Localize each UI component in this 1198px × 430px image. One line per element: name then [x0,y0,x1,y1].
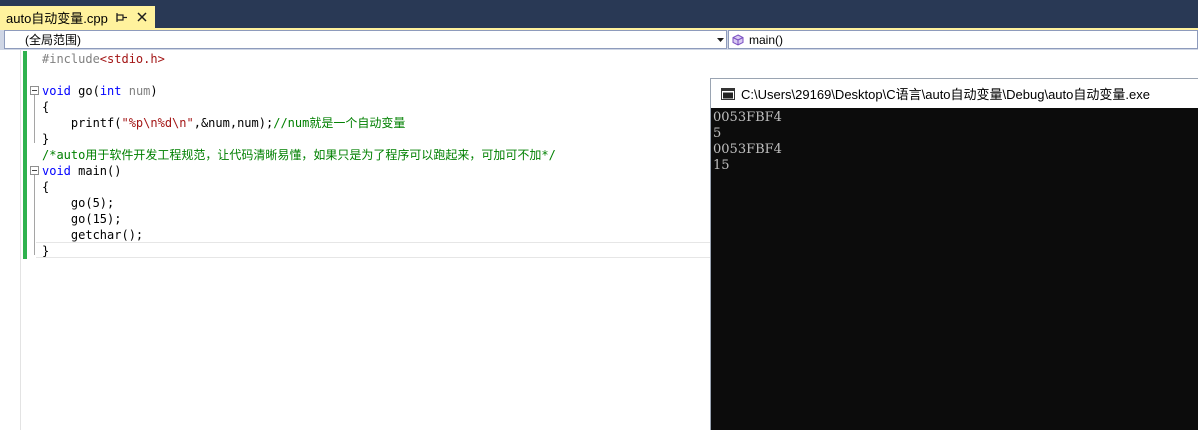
console-window-icon [721,87,735,100]
function-main-name: main() [70,164,122,178]
console-title-bar[interactable]: C:\Users\29169\Desktop\C语言\auto自动变量\Debu… [711,79,1198,108]
code-line-5[interactable]: printf("%p\n%d\n",&num,num);//num就是一个自动变… [42,115,405,131]
paren-close: ) [150,84,158,98]
scope-dropdown[interactable]: (全局范围) [4,30,727,49]
function-go-name: go( [70,84,100,98]
code-line-3[interactable]: void go(int num) [42,83,158,99]
scope-label: (全局范围) [25,33,81,47]
outline-line-main [34,175,35,255]
function-dropdown[interactable]: main() [728,30,1198,49]
line-comment: //num就是一个自动变量 [273,116,406,130]
chevron-down-icon[interactable] [717,36,724,43]
selection-margin[interactable] [0,50,20,430]
code-line-12[interactable]: getchar(); [42,227,143,243]
tab-title: auto自动变量.cpp [6,10,108,26]
printf-call: printf( [42,116,122,130]
keyword-int: int [99,84,122,98]
pin-icon[interactable] [116,10,128,24]
change-tracking-bar [23,51,27,259]
document-tab-strip: auto自动变量.cpp [0,0,1198,28]
code-line-8[interactable]: void main() [42,163,121,179]
console-output-line: 0053FBF4 [713,110,782,125]
console-title: C:\Users\29169\Desktop\C语言\auto自动变量\Debu… [741,87,1150,102]
collapse-go-icon[interactable] [30,86,39,95]
keyword-void: void [42,84,71,98]
tab-auto-cpp[interactable]: auto自动变量.cpp [0,6,155,28]
console-output-line: 15 [713,158,730,173]
function-label: main() [749,32,784,47]
parameter-num: num [121,84,151,98]
console-window[interactable]: C:\Users\29169\Desktop\C语言\auto自动变量\Debu… [710,78,1198,430]
outline-line-go [34,95,35,143]
current-line-highlight [36,242,711,258]
include-header: <stdio.h> [99,52,165,66]
printf-args: ,&num,num); [193,116,274,130]
code-line-13[interactable]: } [42,243,49,259]
code-line-4[interactable]: { [42,99,49,115]
code-line-11[interactable]: go(15); [42,211,122,227]
code-line-1[interactable]: #include<stdio.h> [42,51,165,67]
collapse-main-icon[interactable] [30,166,39,175]
code-line-7-comment[interactable]: /*auto用于软件开发工程规范，让代码清晰易懂，如果只是为了程序可以跑起来，可… [42,147,556,163]
close-icon[interactable] [136,11,148,23]
code-line-10[interactable]: go(5); [42,195,114,211]
code-line-9[interactable]: { [42,179,49,195]
navigation-bar: (全局范围) main() [0,30,1198,50]
gutter-divider [20,50,21,430]
preprocessor-directive: #include [42,52,100,66]
keyword-void: void [42,164,71,178]
console-output-area[interactable]: 0053FBF4 5 0053FBF4 15 [711,108,1198,430]
method-icon [732,33,744,46]
format-string: "%p\n%d\n" [121,116,194,130]
console-output-line: 0053FBF4 [713,142,782,157]
console-output-line: 5 [713,126,722,141]
code-line-6[interactable]: } [42,131,49,147]
